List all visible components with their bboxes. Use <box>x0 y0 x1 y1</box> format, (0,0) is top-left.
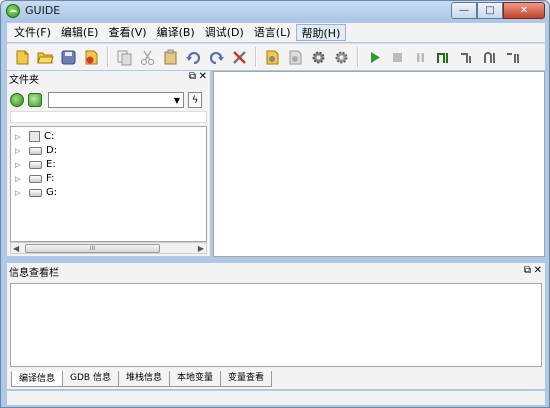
system-drive-icon <box>29 131 40 142</box>
file-panel-tools: ▼ ϟ <box>10 90 207 110</box>
editor-area[interactable] <box>213 71 545 257</box>
expand-icon[interactable]: ▷ <box>15 147 23 155</box>
title-bar[interactable]: GUIDE — □ ✕ <box>1 1 549 22</box>
chevron-down-icon: ▼ <box>173 96 180 105</box>
drive-icon <box>29 160 42 169</box>
close-panel-icon[interactable]: ✕ <box>534 265 542 276</box>
toolbar-separator <box>255 47 257 67</box>
tab-watch-vars[interactable]: 变量查看 <box>220 371 273 387</box>
tree-item-label: F: <box>46 173 55 184</box>
undo-icon[interactable] <box>184 48 203 67</box>
info-panel: 信息查看栏 ⧉ ✕ 编译信息 GDB 信息 堆栈信息 本地变量 变量查看 <box>7 263 545 389</box>
tab-stack-info[interactable]: 堆栈信息 <box>117 371 170 387</box>
drive-icon <box>29 146 42 155</box>
folder-select[interactable]: ▼ <box>48 92 184 108</box>
status-bar <box>7 391 545 405</box>
new-file-icon[interactable] <box>13 48 32 67</box>
info-panel-header: 信息查看栏 ⧉ ✕ <box>7 263 545 279</box>
float-panel-icon[interactable]: ⧉ <box>524 265 531 276</box>
menu-file[interactable]: 文件(F) <box>9 24 56 41</box>
menu-build[interactable]: 编译(B) <box>152 24 200 41</box>
menu-language[interactable]: 语言(L) <box>249 24 296 41</box>
window-title: GUIDE <box>25 4 61 17</box>
maximize-button[interactable]: □ <box>477 2 503 19</box>
window-controls: — □ ✕ <box>451 2 545 19</box>
toolbar-separator <box>357 47 359 67</box>
open-folder-icon[interactable] <box>36 48 55 67</box>
path-bar[interactable] <box>10 111 207 123</box>
float-panel-icon[interactable]: ⧉ <box>189 71 196 82</box>
paste-icon[interactable] <box>161 48 180 67</box>
menu-edit[interactable]: 编辑(E) <box>56 24 104 41</box>
step-out-icon[interactable] <box>480 48 499 67</box>
sync-button[interactable] <box>28 93 42 107</box>
scroll-left-icon[interactable]: ◀ <box>13 244 19 253</box>
tree-item-g[interactable]: ▷ G: <box>15 186 57 199</box>
tree-item-label: E: <box>46 159 56 170</box>
main-window: GUIDE — □ ✕ 文件(F) 编辑(E) 查看(V) 编译(B) 调试(D… <box>0 0 550 408</box>
tree-item-f[interactable]: ▷ F: <box>15 172 54 185</box>
step-return-icon[interactable] <box>503 48 522 67</box>
redo-icon[interactable] <box>207 48 226 67</box>
info-panel-title: 信息查看栏 <box>9 267 59 279</box>
scrollbar-thumb[interactable]: III <box>25 244 160 253</box>
run-icon[interactable] <box>365 48 384 67</box>
expand-icon[interactable]: ▷ <box>15 175 23 183</box>
tree-item-d[interactable]: ▷ D: <box>15 144 57 157</box>
menu-debug[interactable]: 调试(D) <box>200 24 249 41</box>
drive-icon <box>29 174 42 183</box>
horizontal-scrollbar[interactable]: ◀ III ▶ <box>10 242 207 254</box>
toolbar-separator <box>107 47 109 67</box>
file-tree: ▷ C: ▷ D: ▷ E: ▷ F: ▷ G: <box>10 126 207 242</box>
compile-icon[interactable] <box>263 48 282 67</box>
stop-icon[interactable] <box>388 48 407 67</box>
tree-item-c[interactable]: ▷ C: <box>15 130 54 143</box>
step-over-icon[interactable] <box>457 48 476 67</box>
tree-item-label: C: <box>44 131 55 142</box>
expand-icon[interactable]: ▷ <box>15 161 23 169</box>
scroll-right-icon[interactable]: ▶ <box>198 244 204 253</box>
tree-item-e[interactable]: ▷ E: <box>15 158 56 171</box>
cut-icon[interactable] <box>138 48 157 67</box>
menu-help[interactable]: 帮助(H) <box>295 24 347 41</box>
debug-gear-icon[interactable] <box>309 48 328 67</box>
tools-icon[interactable] <box>230 48 249 67</box>
close-button[interactable]: ✕ <box>503 2 545 19</box>
menu-bar: 文件(F) 编辑(E) 查看(V) 编译(B) 调试(D) 语言(L) 帮助(H… <box>7 23 545 42</box>
file-panel: 文件夹 ⧉ ✕ ▼ ϟ ▷ C: ▷ D: ▷ E: ▷ F: ▷ G: ◀ I… <box>7 71 210 256</box>
tab-local-vars[interactable]: 本地变量 <box>168 371 221 387</box>
settings-gear-icon[interactable] <box>332 48 351 67</box>
toolbar <box>7 43 545 70</box>
step-into-icon[interactable] <box>434 48 453 67</box>
drive-icon <box>29 188 42 197</box>
info-tabs: 编译信息 GDB 信息 堆栈信息 本地变量 变量查看 <box>11 371 273 387</box>
pause-icon[interactable] <box>411 48 430 67</box>
app-logo-icon <box>6 4 20 18</box>
close-panel-icon[interactable]: ✕ <box>199 71 207 82</box>
info-output[interactable] <box>10 283 542 367</box>
refresh-button[interactable] <box>10 93 24 107</box>
tree-item-label: G: <box>46 187 58 198</box>
save-icon[interactable] <box>59 48 78 67</box>
menu-view[interactable]: 查看(V) <box>103 24 151 41</box>
file-panel-title: 文件夹 <box>9 74 39 86</box>
expand-icon[interactable]: ▷ <box>15 133 23 141</box>
save-all-icon[interactable] <box>82 48 101 67</box>
build-icon[interactable] <box>286 48 305 67</box>
tree-item-label: D: <box>46 145 58 156</box>
pin-icon[interactable]: ϟ <box>188 92 202 108</box>
minimize-button[interactable]: — <box>451 2 477 19</box>
expand-icon[interactable]: ▷ <box>15 189 23 197</box>
copy-icon[interactable] <box>115 48 134 67</box>
tab-compile-info[interactable]: 编译信息 <box>11 371 64 387</box>
file-panel-header: 文件夹 ⧉ ✕ <box>7 71 210 86</box>
tab-gdb-info[interactable]: GDB 信息 <box>62 371 119 387</box>
